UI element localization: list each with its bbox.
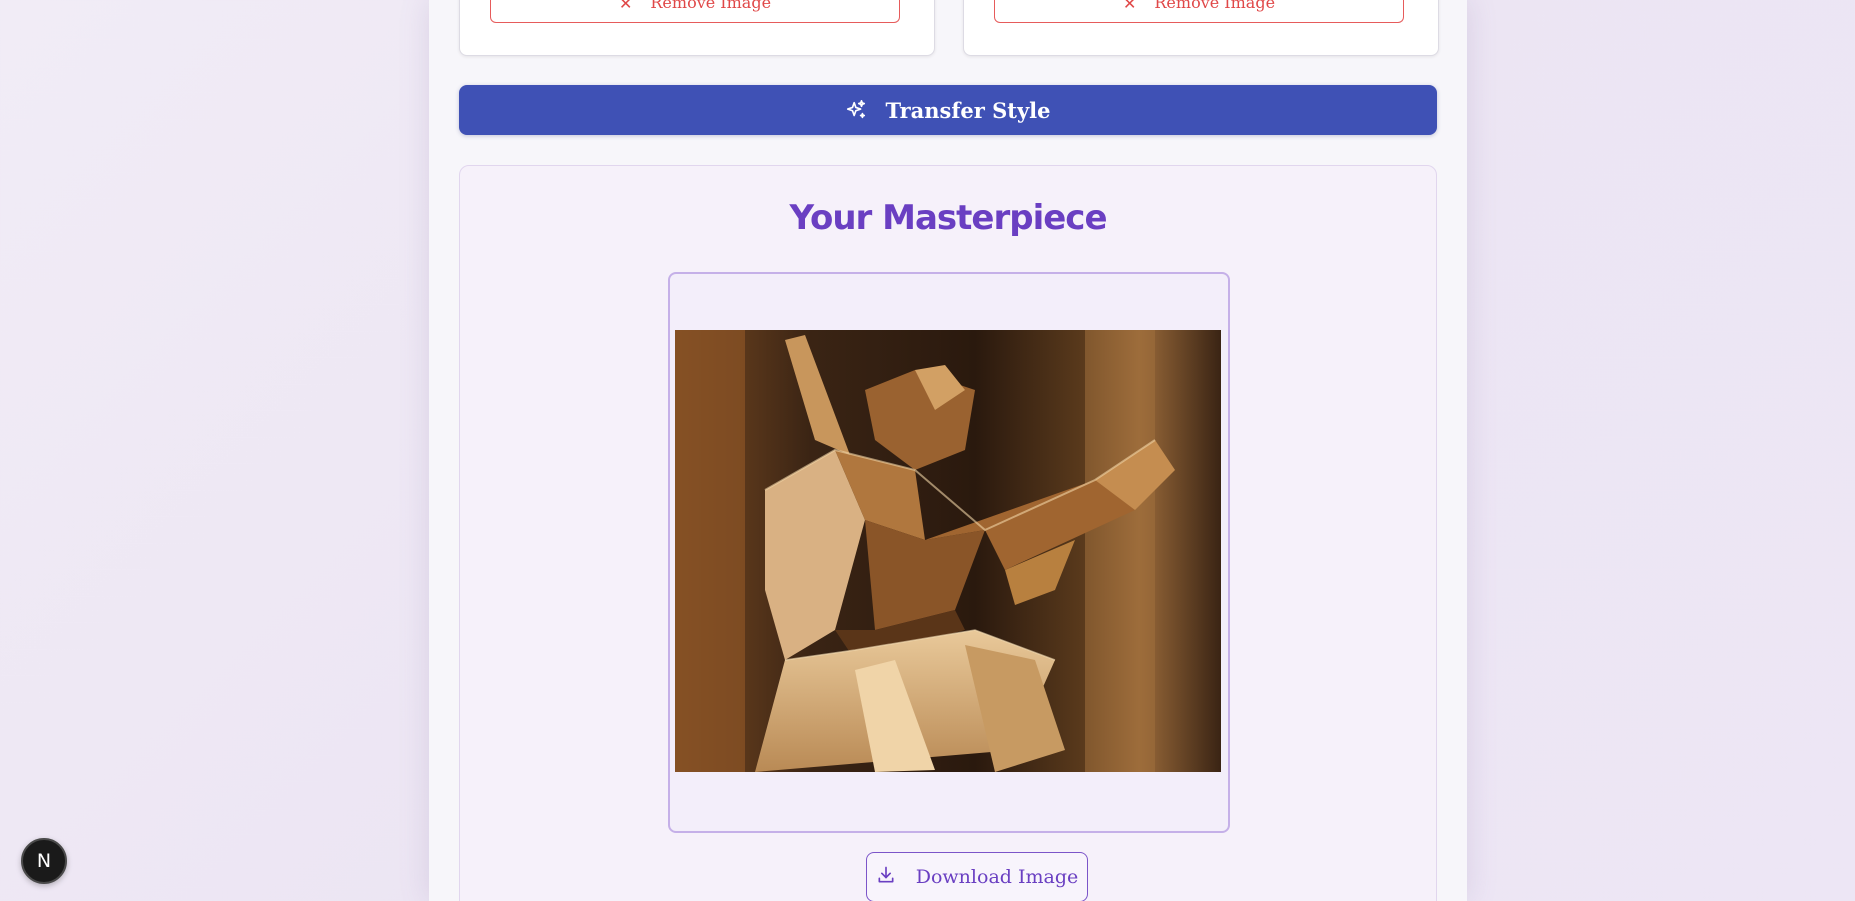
main-panel: ✕ Remove Image ✕ Remove Image Transfer S… xyxy=(429,0,1467,901)
result-card: Your Masterpiece Download Image xyxy=(459,165,1437,901)
transfer-style-button[interactable]: Transfer Style xyxy=(459,85,1437,135)
result-image xyxy=(675,330,1221,772)
content-image-card: ✕ Remove Image xyxy=(459,0,935,56)
download-image-button[interactable]: Download Image xyxy=(866,852,1088,901)
transfer-style-label: Transfer Style xyxy=(885,97,1051,123)
download-image-label: Download Image xyxy=(915,866,1079,888)
close-icon: ✕ xyxy=(1122,0,1137,13)
sparkles-icon xyxy=(845,99,867,121)
result-image-frame xyxy=(668,272,1230,833)
remove-image-label: Remove Image xyxy=(1154,0,1276,12)
close-icon: ✕ xyxy=(618,0,633,13)
result-title: Your Masterpiece xyxy=(789,198,1107,238)
dev-tools-badge[interactable]: N xyxy=(21,838,67,884)
remove-image-label: Remove Image xyxy=(650,0,772,12)
download-icon xyxy=(876,865,896,890)
dev-badge-letter: N xyxy=(36,850,52,872)
remove-content-image-button[interactable]: ✕ Remove Image xyxy=(490,0,900,23)
style-image-card: ✕ Remove Image xyxy=(963,0,1439,56)
remove-style-image-button[interactable]: ✕ Remove Image xyxy=(994,0,1404,23)
